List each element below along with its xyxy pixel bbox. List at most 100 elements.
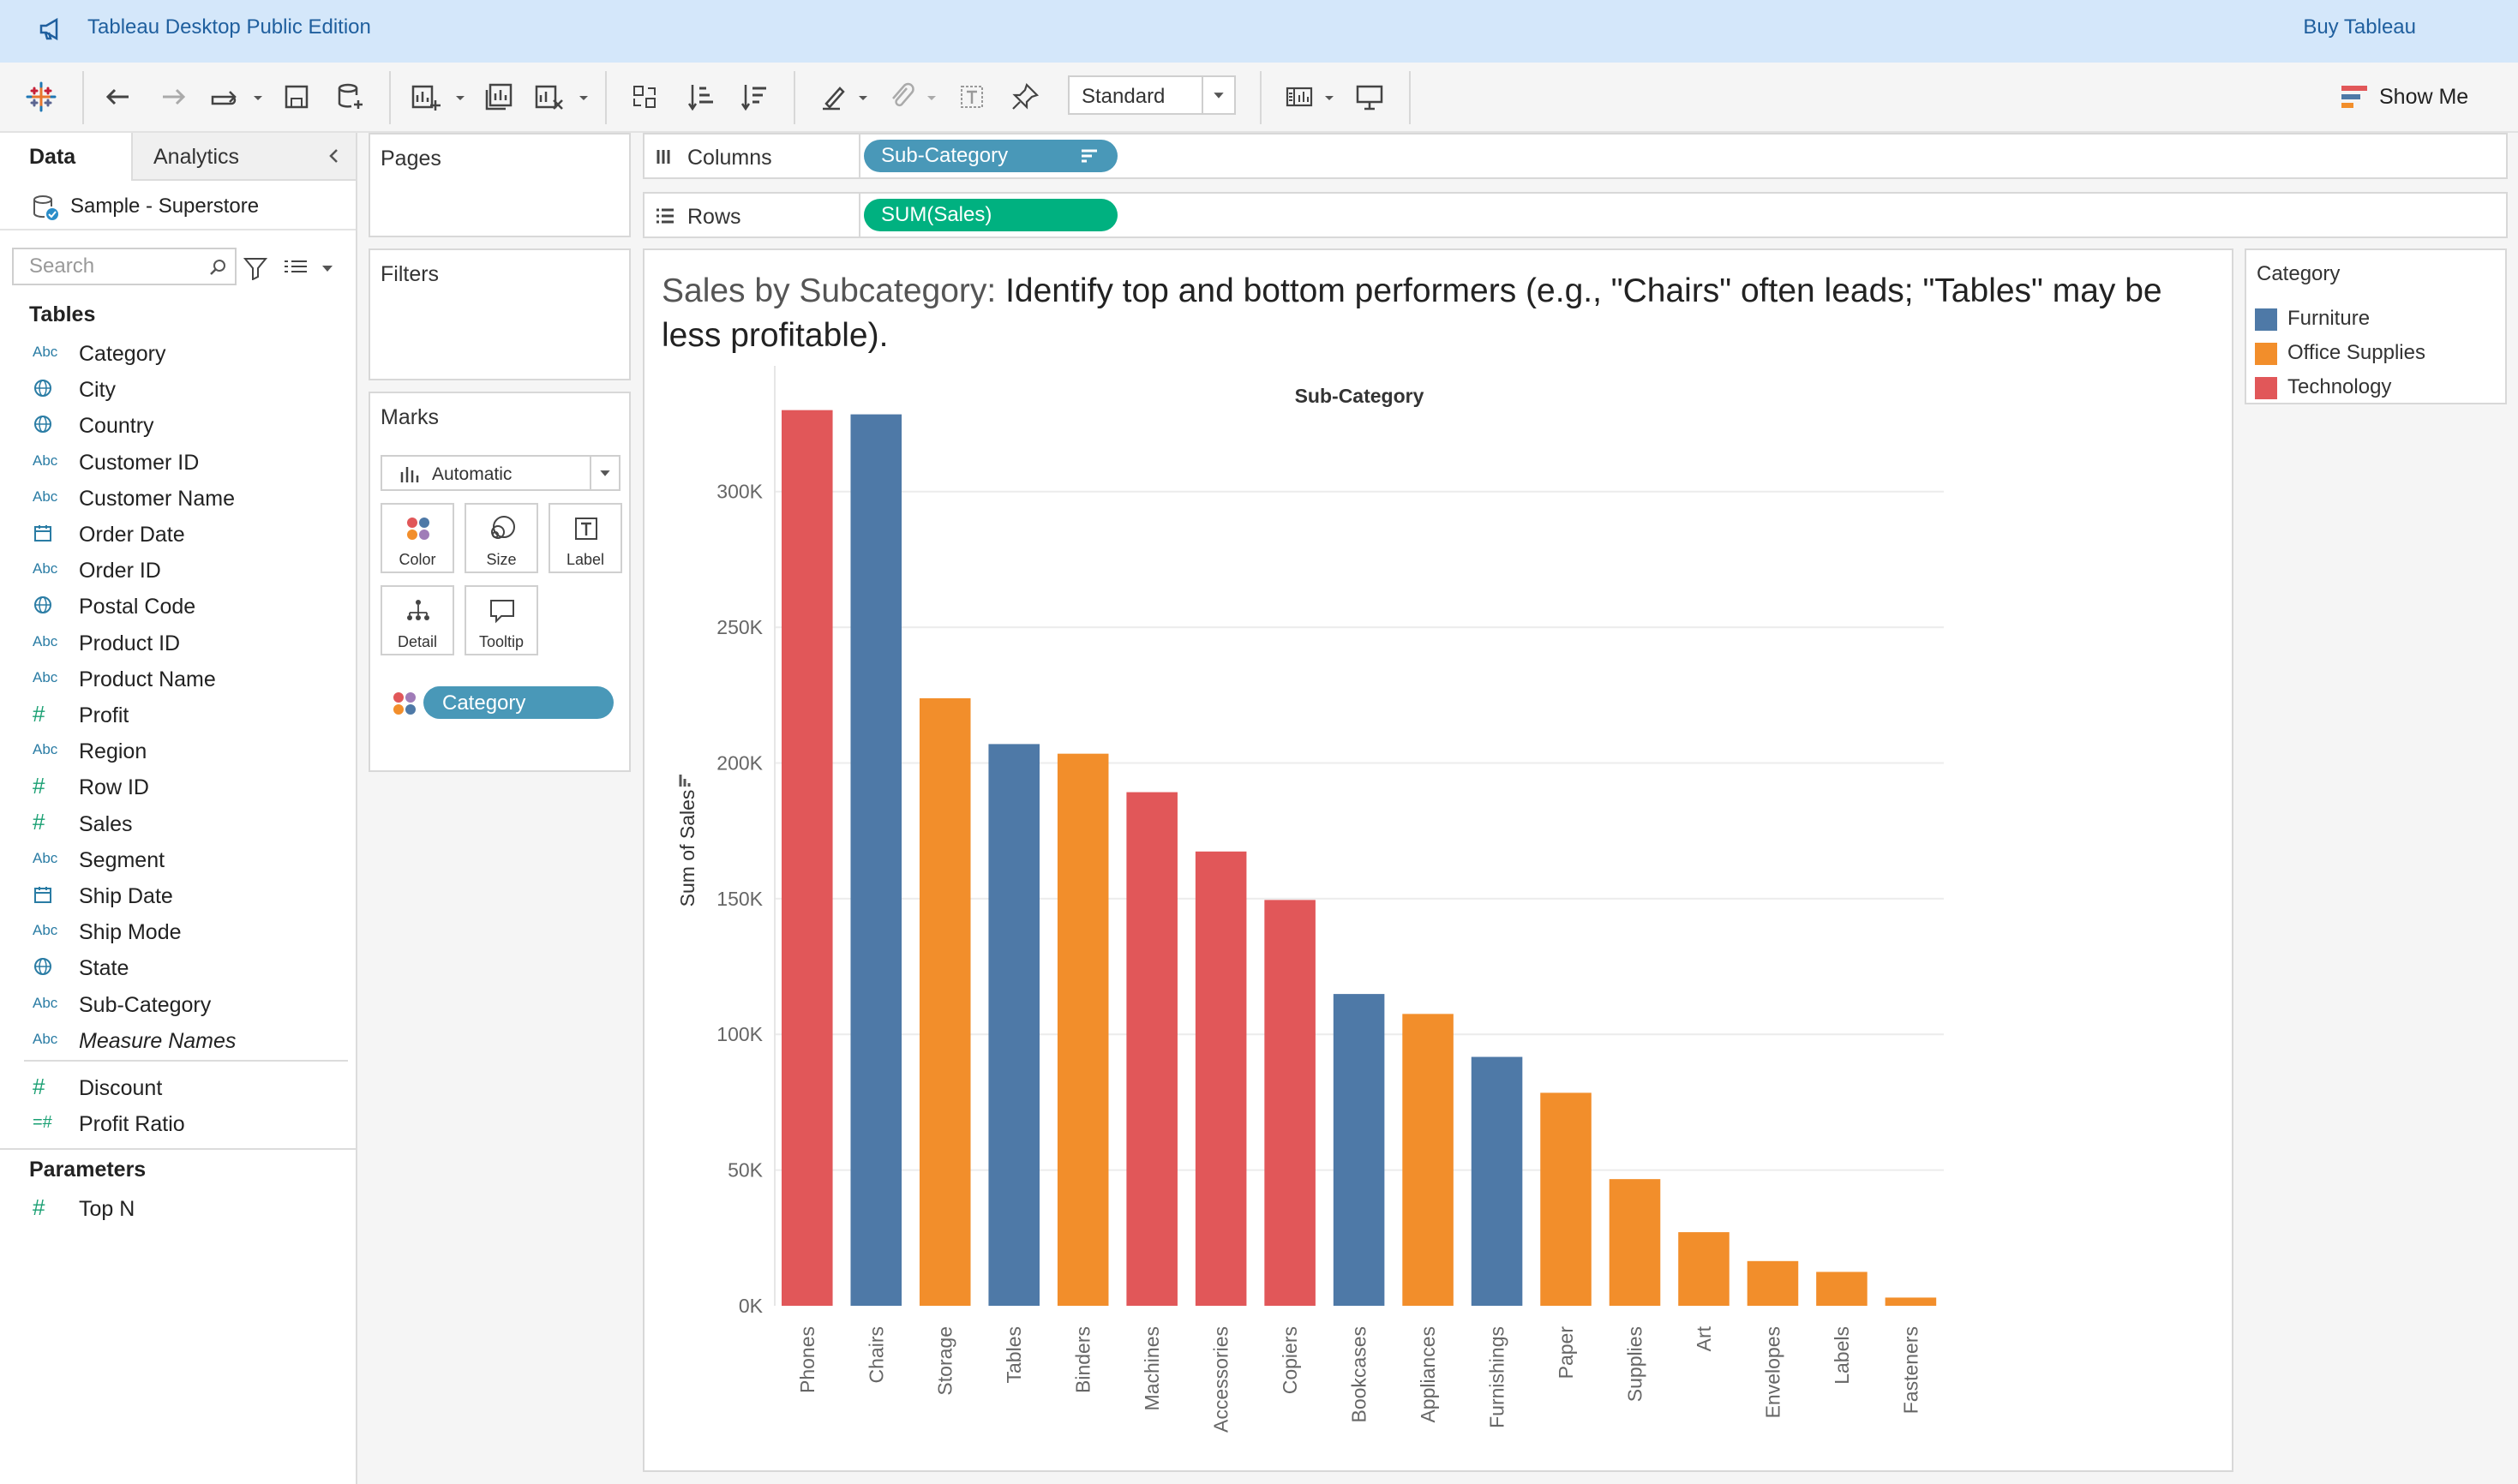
number-type-icon: #	[33, 700, 45, 727]
calendar-icon	[33, 523, 67, 543]
field-name: Sales	[79, 811, 133, 836]
chevron-down-icon[interactable]	[590, 457, 619, 489]
bar-machines	[1126, 792, 1178, 1306]
size-button[interactable]: Size	[465, 503, 538, 573]
field-item[interactable]: Abc Measure Names	[0, 1022, 356, 1058]
field-item[interactable]: # Sales	[0, 805, 356, 841]
rows-shelf[interactable]: Rows SUM(Sales)	[643, 192, 2508, 238]
field-item[interactable]: Abc Customer Name	[0, 480, 356, 516]
chevron-down-icon[interactable]	[454, 92, 466, 104]
cards-column: Pages Filters Marks Automatic Color Size…	[357, 133, 640, 1484]
field-item[interactable]: # Row ID	[0, 769, 356, 805]
legend-item-office-supplies[interactable]: Office Supplies	[2255, 338, 2503, 368]
megaphone-icon	[39, 17, 58, 41]
bar-fasteners	[1885, 1297, 1937, 1306]
chevron-down-icon[interactable]	[321, 263, 334, 273]
sort-descending-icon[interactable]	[735, 78, 773, 116]
show-me-label: Show Me	[2379, 84, 2469, 109]
sub-category-pill[interactable]: Sub-Category	[864, 140, 1118, 172]
bar-supplies	[1609, 1179, 1661, 1306]
bar-accessories	[1195, 851, 1247, 1306]
legend-label: Technology	[2287, 375, 2392, 398]
chevron-down-icon[interactable]	[926, 92, 938, 104]
buy-tableau-link[interactable]: Buy Tableau	[2303, 15, 2416, 39]
field-item[interactable]: Abc Product ID	[0, 625, 356, 661]
chevron-down-icon[interactable]	[857, 92, 869, 104]
fit-dropdown[interactable]: Standard	[1068, 75, 1236, 115]
field-item[interactable]: Order Date	[0, 516, 356, 552]
filters-card[interactable]: Filters	[369, 248, 631, 380]
field-item[interactable]: Abc Region	[0, 733, 356, 769]
new-worksheet-icon[interactable]	[406, 78, 444, 116]
show-mark-labels-icon[interactable]	[953, 78, 991, 116]
field-item[interactable]: # Discount	[0, 1069, 356, 1105]
datasource-item[interactable]: Sample - Superstore	[0, 181, 356, 230]
legend-swatch	[2255, 343, 2277, 365]
legend-item-furniture[interactable]: Furniture	[2255, 303, 2503, 334]
field-item[interactable]: Country	[0, 407, 356, 443]
swap-rows-columns-icon[interactable]	[626, 78, 663, 116]
save-icon[interactable]	[278, 78, 315, 116]
field-item[interactable]: Abc Customer ID	[0, 444, 356, 480]
tooltip-button[interactable]: Tooltip	[465, 585, 538, 655]
x-tick-label: Copiers	[1279, 1326, 1301, 1394]
chevron-down-icon[interactable]	[252, 92, 264, 104]
string-type-icon: Abc	[33, 488, 58, 505]
field-search[interactable]	[12, 248, 237, 285]
column-header-label: Sub-Category	[1295, 385, 1424, 407]
chevron-left-icon[interactable]	[325, 147, 344, 165]
toolbar-separator	[1409, 71, 1411, 124]
legend-item-technology[interactable]: Technology	[2255, 372, 2503, 403]
field-item[interactable]: # Top N	[0, 1190, 356, 1226]
highlight-icon[interactable]	[814, 78, 852, 116]
label-button[interactable]: Label	[549, 503, 622, 573]
detail-button[interactable]: Detail	[381, 585, 454, 655]
mark-type-dropdown[interactable]: Automatic	[381, 455, 621, 491]
string-type-icon: Abc	[33, 632, 58, 649]
string-type-icon: Abc	[33, 922, 58, 939]
fix-axes-pin-icon[interactable]	[1006, 78, 1044, 116]
duplicate-sheet-icon[interactable]	[480, 78, 518, 116]
undo-icon[interactable]	[99, 78, 137, 116]
list-view-icon[interactable]	[283, 256, 309, 280]
sum-sales-pill[interactable]: SUM(Sales)	[864, 199, 1118, 231]
clear-sheet-icon[interactable]	[530, 78, 567, 116]
x-tick-label: Tables	[1003, 1326, 1025, 1383]
columns-shelf[interactable]: Columns Sub-Category	[643, 133, 2508, 179]
show-cards-icon[interactable]	[1280, 78, 1318, 116]
show-me-button[interactable]: Show Me	[2340, 78, 2468, 116]
new-datasource-icon[interactable]	[331, 78, 369, 116]
marks-card: Marks Automatic Color Size Label Detail …	[369, 392, 631, 772]
group-members-icon[interactable]	[883, 78, 920, 116]
field-item[interactable]: Abc Product Name	[0, 661, 356, 697]
chevron-down-icon[interactable]	[1202, 77, 1234, 113]
category-color-pill[interactable]: Category	[423, 686, 614, 719]
field-item[interactable]: Abc Segment	[0, 841, 356, 877]
filter-icon[interactable]	[243, 256, 267, 280]
search-input[interactable]	[15, 251, 195, 282]
swap-icon[interactable]	[206, 78, 243, 116]
tab-data[interactable]: Data	[0, 133, 133, 181]
field-item[interactable]: Abc Category	[0, 335, 356, 371]
field-item[interactable]: =# Profit Ratio	[0, 1105, 356, 1141]
tableau-logo-icon[interactable]	[22, 78, 60, 116]
color-icon	[393, 692, 416, 715]
presentation-mode-icon[interactable]	[1351, 78, 1388, 116]
chevron-down-icon[interactable]	[1323, 92, 1335, 104]
pages-card[interactable]: Pages	[369, 133, 631, 237]
field-item[interactable]: # Profit	[0, 697, 356, 733]
y-axis-title: Sum of Sales	[676, 790, 698, 907]
sort-ascending-icon[interactable]	[682, 78, 720, 116]
color-button[interactable]: Color	[381, 503, 454, 573]
field-item[interactable]: City	[0, 371, 356, 407]
field-item[interactable]: Abc Order ID	[0, 552, 356, 588]
redo-icon[interactable]	[154, 78, 192, 116]
field-item[interactable]: Postal Code	[0, 588, 356, 624]
chevron-down-icon[interactable]	[578, 92, 590, 104]
toolbar-separator	[82, 71, 84, 124]
tab-analytics[interactable]: Analytics	[133, 133, 356, 181]
field-item[interactable]: Abc Sub-Category	[0, 986, 356, 1022]
field-item[interactable]: State	[0, 949, 356, 985]
field-item[interactable]: Abc Ship Mode	[0, 913, 356, 949]
field-item[interactable]: Ship Date	[0, 877, 356, 913]
